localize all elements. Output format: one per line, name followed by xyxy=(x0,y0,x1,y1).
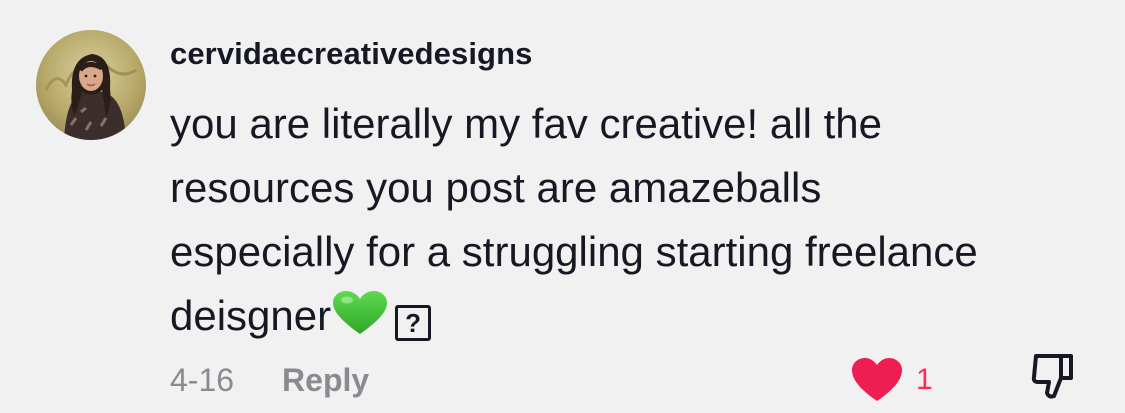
heart-icon xyxy=(852,358,902,401)
missing-glyph-icon: ? xyxy=(395,305,432,341)
green-heart-emoji-icon xyxy=(331,290,389,336)
comment-text-last-line: deisgner? xyxy=(170,284,1110,348)
comment-text-line: especially for a struggling starting fre… xyxy=(170,228,978,275)
comment-item: cervidaecreativedesigns you are literall… xyxy=(0,0,1125,413)
comment-text: you are literally my fav creative! all t… xyxy=(170,92,1110,348)
comment-text-line: resources you post are amazeballs xyxy=(170,164,822,211)
avatar-photo xyxy=(36,30,146,140)
comment-text-word: deisgner xyxy=(170,292,332,339)
reply-button[interactable]: Reply xyxy=(282,362,369,398)
thumbs-down-icon xyxy=(1031,354,1073,399)
dislike-button[interactable] xyxy=(1030,352,1076,405)
comment-text-line: you are literally my fav creative! all t… xyxy=(170,100,882,147)
comment-meta: 4-16 Reply xyxy=(170,362,369,399)
like-button[interactable]: 1 xyxy=(850,357,933,403)
comment-date: 4-16 xyxy=(170,362,235,398)
comment-username[interactable]: cervidaecreativedesigns xyxy=(170,36,532,72)
like-count: 1 xyxy=(916,363,933,396)
avatar[interactable] xyxy=(36,30,146,140)
